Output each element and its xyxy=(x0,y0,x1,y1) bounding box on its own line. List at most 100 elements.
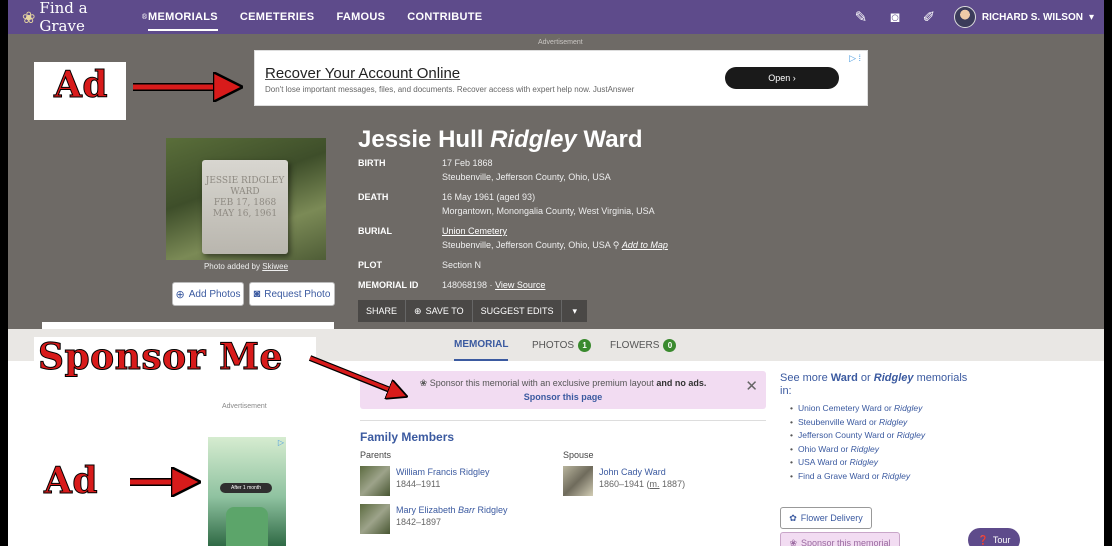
birth-label: BIRTH xyxy=(358,158,386,168)
death-label: DEATH xyxy=(358,192,389,202)
family-member-photo xyxy=(360,504,390,534)
edit-icon[interactable]: ✎ xyxy=(852,8,870,26)
browser-viewport: ❀ Find a Grave ® MEMORIALS CEMETERIES FAM… xyxy=(8,0,1104,546)
memorial-id-value: 148068198 · xyxy=(442,280,493,290)
family-member-item[interactable]: William Francis Ridgley 1844–1911 xyxy=(360,466,490,496)
family-member-name[interactable]: John Cady Ward xyxy=(599,466,685,478)
spouse-label: Spouse xyxy=(563,450,594,460)
plus-circle-icon: ⊕ xyxy=(414,305,422,316)
logo-text: Find a Grave xyxy=(39,0,88,35)
user-menu[interactable]: RICHARD S. WILSON ▾ xyxy=(953,6,1094,28)
parents-label: Parents xyxy=(360,450,392,460)
adchoices-icon[interactable]: ▷ ⁞ xyxy=(849,53,861,64)
birth-place: Steubenville, Jefferson County, Ohio, US… xyxy=(442,172,611,182)
family-member-name[interactable]: Mary Elizabeth Barr Ridgley xyxy=(396,504,508,516)
flowers-count-badge: 0 xyxy=(663,338,677,352)
ad-product-image xyxy=(226,507,268,546)
memorial-header: Advertisement ▷ ⁞ Recover Your Account O… xyxy=(8,34,1104,329)
flower-delivery-button[interactable]: ✿ Flower Delivery xyxy=(780,507,872,529)
see-more-link[interactable]: Steubenville Ward or Ridgley xyxy=(790,416,925,430)
family-member-dates: 1842–1897 xyxy=(396,517,442,527)
tour-button[interactable]: ❓ Tour xyxy=(968,528,1020,546)
family-member-dates: 1844–1911 xyxy=(396,479,441,489)
photos-count-badge: 1 xyxy=(578,338,592,352)
annotation-ad-top: Ad xyxy=(53,64,109,107)
annotation-sponsor-me: Sponsor Me xyxy=(38,336,283,379)
memorial-actions: SHARE ⊕ SAVE TO SUGGEST EDITS ▾ xyxy=(358,300,587,322)
family-member-name[interactable]: William Francis Ridgley xyxy=(396,466,490,478)
nav-memorials[interactable]: MEMORIALS xyxy=(148,0,218,34)
tab-flowers[interactable]: FLOWERS 0 xyxy=(610,329,677,361)
adchoices-icon[interactable]: ▷ xyxy=(278,438,284,447)
memorial-name: Jessie Hull Ridgley Ward xyxy=(358,126,643,153)
view-source-link[interactable]: View Source xyxy=(495,280,545,290)
sponsor-icon: ❀ xyxy=(789,537,797,546)
nav-famous[interactable]: FAMOUS xyxy=(336,0,385,34)
see-more-link[interactable]: Jefferson County Ward or Ridgley xyxy=(790,429,925,443)
advertisement-label: Advertisement xyxy=(538,39,583,46)
chevron-down-icon: ▾ xyxy=(1088,11,1094,23)
divider xyxy=(360,420,766,421)
memorial-facts: BIRTH 17 Feb 1868 Steubenville, Jefferso… xyxy=(358,156,778,298)
burial-place: Steubenville, Jefferson County, Ohio, US… xyxy=(442,240,611,250)
pencil-icon[interactable]: ✐ xyxy=(920,8,938,26)
camera-icon: ◙ xyxy=(253,288,261,300)
see-more-link[interactable]: Find a Grave Ward or Ridgley xyxy=(790,470,925,484)
birth-date: 17 Feb 1868 xyxy=(442,158,493,168)
ad-headline[interactable]: Recover Your Account Online xyxy=(265,65,460,82)
tab-memorial[interactable]: MEMORIAL xyxy=(454,329,509,361)
request-photo-button[interactable]: ◙ Request Photo xyxy=(249,282,335,306)
see-more-link[interactable]: Ohio Ward or Ridgley xyxy=(790,443,925,457)
family-member-dates: 1860–1941 (m. 1887) xyxy=(599,479,686,489)
flower-icon: ✿ xyxy=(789,512,797,523)
logo-flower-icon: ❀ xyxy=(22,7,36,27)
save-to-button[interactable]: ⊕ SAVE TO xyxy=(406,300,473,322)
sponsor-page-link[interactable]: Sponsor this page xyxy=(360,392,766,402)
burial-cemetery-link[interactable]: Union Cemetery xyxy=(442,224,668,238)
plot-value: Section N xyxy=(442,260,482,270)
see-more-link[interactable]: USA Ward or Ridgley xyxy=(790,456,925,470)
sponsor-memorial-button[interactable]: ❀ Sponsor this memorial xyxy=(780,532,900,546)
site-logo[interactable]: ❀ Find a Grave ® xyxy=(8,0,148,35)
photo-credit: Photo added by Skiwee xyxy=(203,262,289,271)
top-nav: ❀ Find a Grave ® MEMORIALS CEMETERIES FAM… xyxy=(8,0,1104,35)
death-place: Morgantown, Monongalia County, West Virg… xyxy=(442,206,655,216)
ad-pill-text: After 1 month xyxy=(220,483,272,493)
avatar xyxy=(953,6,976,28)
top-banner-ad[interactable]: ▷ ⁞ Recover Your Account Online Don't lo… xyxy=(254,50,868,106)
family-member-item[interactable]: Mary Elizabeth Barr Ridgley 1842–1897 xyxy=(360,504,508,534)
suggest-edits-button[interactable]: SUGGEST EDITS xyxy=(472,300,563,322)
user-name: RICHARD S. WILSON xyxy=(981,11,1083,23)
memorial-id-label: MEMORIAL ID xyxy=(358,280,419,290)
headstone-image: JESSIE RIDGLEY WARD FEB 17, 1868 MAY 16,… xyxy=(202,160,288,254)
add-photos-button[interactable]: ⊕ Add Photos xyxy=(172,282,244,306)
sidebar-ad[interactable]: ▷ After 1 month xyxy=(208,437,286,546)
see-more-heading: See more Ward or Ridgley memorials in: xyxy=(780,372,968,397)
nav-contribute[interactable]: CONTRIBUTE xyxy=(407,0,482,34)
nav-cemeteries[interactable]: CEMETERIES xyxy=(240,0,315,34)
tab-photos[interactable]: PHOTOS 1 xyxy=(532,329,592,361)
share-button[interactable]: SHARE xyxy=(358,300,407,322)
plot-label: PLOT xyxy=(358,260,382,270)
family-member-item[interactable]: John Cady Ward 1860–1941 (m. 1887) xyxy=(563,466,685,496)
see-more-link[interactable]: Union Cemetery Ward or Ridgley xyxy=(790,402,925,416)
death-date: 16 May 1961 (aged 93) xyxy=(442,192,536,202)
family-member-photo xyxy=(563,466,593,496)
add-to-map-link[interactable]: Add to Map xyxy=(622,240,668,250)
camera-icon[interactable]: ◙ xyxy=(886,9,904,26)
family-members-heading: Family Members xyxy=(360,430,455,444)
more-actions-dropdown[interactable]: ▾ xyxy=(562,300,587,322)
memorial-photo[interactable]: JESSIE RIDGLEY WARD FEB 17, 1868 MAY 16,… xyxy=(166,138,326,260)
photo-credit-user-link[interactable]: Skiwee xyxy=(262,262,288,271)
see-more-list: Union Cemetery Ward or Ridgley Steubenvi… xyxy=(790,402,925,483)
advertisement-label: Advertisement xyxy=(222,403,267,410)
map-pin-icon: ⚲ xyxy=(612,240,620,250)
sponsor-banner: ❀ Sponsor this memorial with an exclusiv… xyxy=(360,371,766,409)
nav-right-tools: ✎ ◙ ✐ RICHARD S. WILSON ▾ xyxy=(852,0,1094,34)
close-icon[interactable]: ✕ xyxy=(745,377,758,395)
plus-circle-icon: ⊕ xyxy=(175,288,185,301)
ad-subtext: Don't lose important messages, files, an… xyxy=(265,85,635,94)
question-icon: ❓ xyxy=(977,534,989,545)
ad-open-button[interactable]: Open › xyxy=(725,67,839,89)
annotation-ad-left: Ad xyxy=(43,460,99,503)
